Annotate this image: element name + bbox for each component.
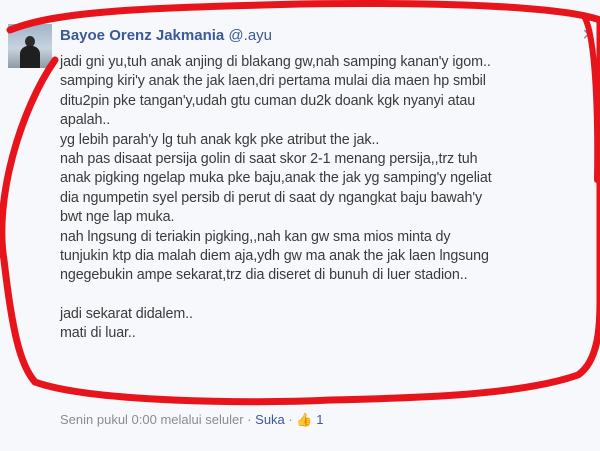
post-text-line: apalah..	[60, 112, 111, 129]
footer-separator: ·	[247, 412, 252, 427]
post-footer: Senin pukul 0:00 melalui seluler · Suka …	[60, 412, 323, 428]
post-header: Bayoe Orenz Jakmania @.ayu	[60, 27, 272, 44]
post-text-line: tunjukin ktp dia malah diem aja,ydh gw m…	[60, 248, 489, 265]
like-button[interactable]: Suka	[255, 412, 285, 427]
post-text-line: ditu2pin pke tangan'y,udah gtu cuman du2…	[60, 92, 476, 109]
author-name-link[interactable]: Bayoe Orenz Jakmania	[60, 27, 224, 44]
post-text-line: jadi sekarat didalem..	[60, 305, 193, 322]
avatar-figure-body	[20, 46, 40, 68]
footer-separator: ·	[288, 412, 293, 427]
post-text-line: jadi gni yu,tuh anak anjing di blakang g…	[60, 54, 491, 70]
close-icon[interactable]: ×	[582, 24, 594, 47]
post-body: jadi gni yu,tuh anak anjing di blakang g…	[60, 53, 590, 344]
post-text-line: anak pigking ngelap muka pke baju,anak t…	[60, 170, 492, 187]
author-avatar[interactable]	[8, 24, 52, 68]
post-text-line: mati di luar..	[60, 325, 136, 342]
post-text-line: nah pas disaat persija golin di saat sko…	[60, 151, 478, 168]
post-text-line	[60, 286, 590, 305]
post-text-line: nah lngsung di teriakin pigking,,nah kan…	[60, 228, 451, 245]
like-count[interactable]: 1	[316, 412, 323, 427]
post-text-line: samping kiri'y anak the jak laen,dri per…	[60, 73, 486, 90]
post-timestamp[interactable]: Senin pukul 0:00 melalui seluler	[60, 412, 244, 427]
post-text-line: bwt nge lap muka.	[60, 209, 175, 226]
thumbs-up-icon: 👍	[296, 412, 313, 427]
post-text-line: ngegebukin ampe sekarat,trz dia diseret …	[60, 267, 468, 284]
post-text-line: dia ngumpetin syel persib di perut di sa…	[60, 189, 483, 206]
mention-tag[interactable]: @.ayu	[228, 27, 272, 44]
post-text-line: yg lebih parah'y lg tuh anak kgk pke atr…	[60, 131, 380, 148]
